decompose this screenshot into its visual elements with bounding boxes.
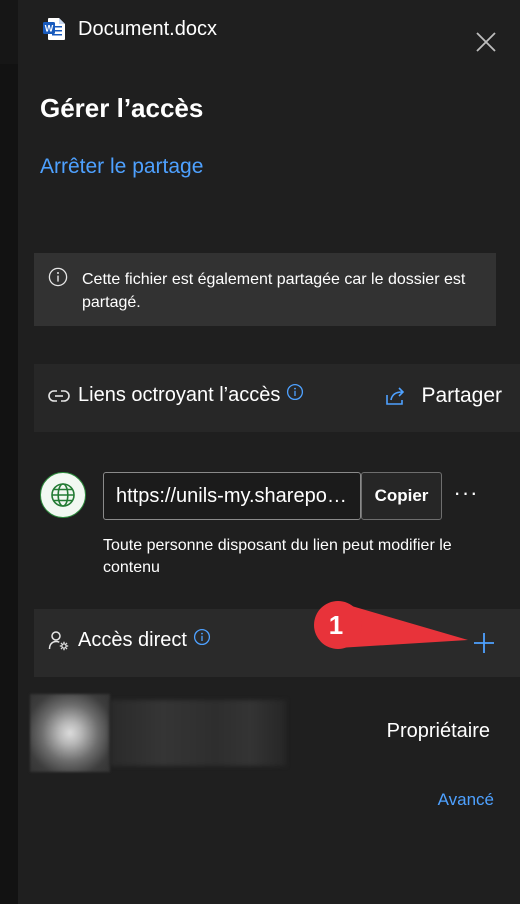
user-name-blurred [110, 700, 286, 766]
stop-sharing-link[interactable]: Arrêter le partage [40, 155, 203, 179]
direct-access-header: Accès direct [48, 628, 211, 652]
info-banner: Cette fichier est également partagée car… [34, 253, 496, 326]
person-settings-icon [48, 630, 69, 650]
share-button[interactable]: Partager [385, 384, 502, 408]
more-options-button[interactable]: ··· [450, 480, 482, 510]
page-title: Gérer l’accès [40, 93, 204, 123]
info-icon [48, 267, 68, 287]
link-icon [48, 389, 70, 402]
document-title: Document.docx [78, 17, 217, 40]
close-icon [476, 32, 496, 52]
svg-text:W: W [45, 24, 54, 34]
manage-access-panel: W Document.docx Gérer l’accès Arrêter le… [18, 0, 520, 904]
links-header: Liens octroyant l’accès [48, 383, 304, 407]
copy-button[interactable]: Copier [361, 472, 442, 520]
info-icon[interactable] [193, 628, 211, 646]
share-icon [386, 387, 405, 405]
role-label[interactable]: Propriétaire [387, 720, 490, 743]
links-section-header: Liens octroyant l’accès Partager [34, 364, 520, 432]
share-link-field[interactable]: https://unils-my.sharepoint.com/... [103, 472, 361, 520]
info-icon[interactable] [286, 383, 304, 401]
link-permission-description: Toute personne disposant du lien peut mo… [103, 537, 452, 576]
links-section-label: Liens octroyant l’accès [78, 384, 281, 406]
background-app-strip [0, 0, 18, 904]
background-app-pane [0, 64, 18, 904]
close-button[interactable] [472, 28, 500, 56]
share-label: Partager [421, 384, 502, 407]
advanced-link[interactable]: Avancé [438, 790, 494, 810]
titlebar: W Document.docx [42, 12, 217, 46]
step-callout: 1 [314, 601, 468, 649]
globe-icon [40, 472, 86, 518]
direct-access-label: Accès direct [78, 629, 187, 651]
word-file-icon: W [42, 17, 66, 41]
step-number: 1 [329, 610, 343, 640]
info-banner-text: Cette fichier est également partagée car… [82, 271, 466, 311]
avatar [30, 694, 110, 772]
